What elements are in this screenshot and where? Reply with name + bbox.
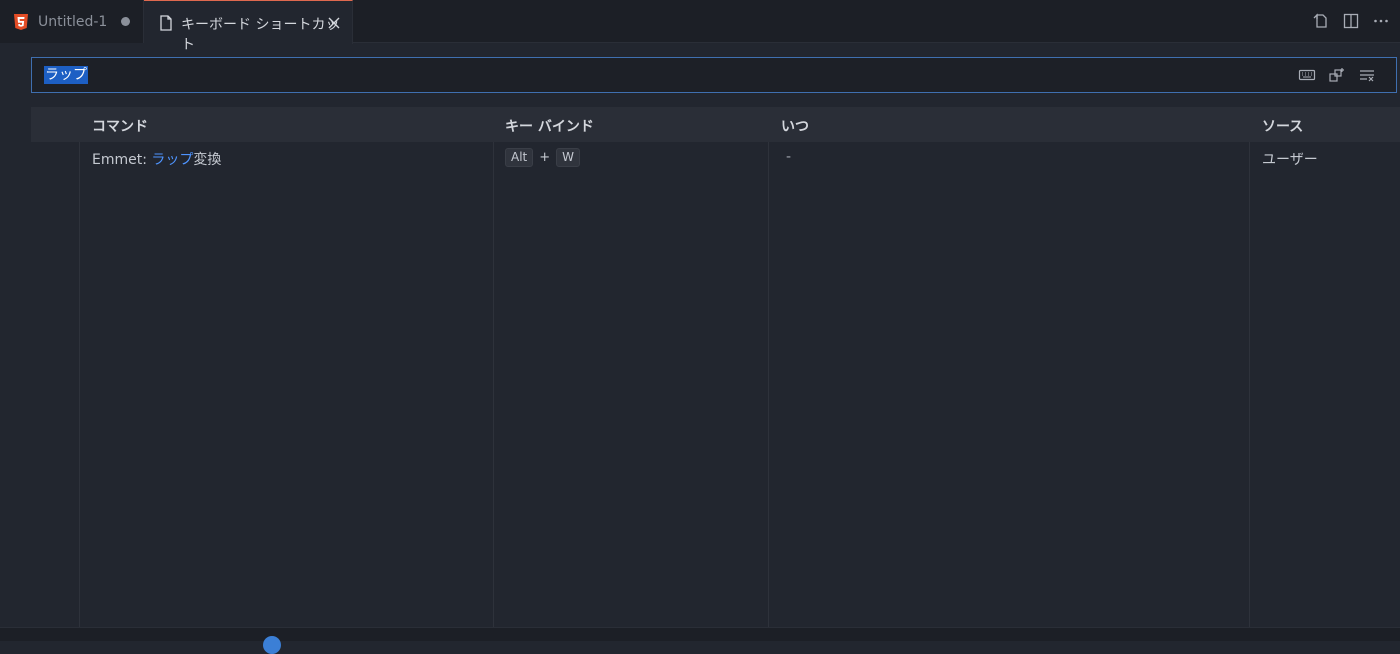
notification-badge-icon[interactable]: [263, 636, 281, 654]
column-divider[interactable]: [768, 142, 769, 627]
source-cell: ユーザー: [1262, 152, 1318, 168]
status-bar: [0, 627, 1400, 641]
split-editor-icon[interactable]: [1342, 12, 1360, 30]
when-cell: -: [786, 149, 792, 165]
tab-keyboard-shortcuts[interactable]: キーボード ショートカット: [144, 0, 353, 53]
column-divider[interactable]: [493, 142, 494, 627]
command-suffix: 変換: [193, 152, 222, 168]
more-actions-icon[interactable]: [1372, 12, 1390, 30]
open-json-icon[interactable]: [1312, 12, 1330, 30]
search-actions: [1298, 66, 1376, 84]
column-divider[interactable]: [79, 142, 80, 627]
close-icon[interactable]: [327, 16, 341, 30]
key-separator: +: [539, 150, 551, 165]
table-body: Emmet: ラップ変換 Alt + W - ユーザー: [31, 142, 1400, 627]
keybindings-search-input[interactable]: ラップ: [31, 57, 1397, 93]
html5-icon: [14, 14, 28, 30]
column-header-when[interactable]: いつ: [781, 116, 809, 136]
column-header-source[interactable]: ソース: [1262, 116, 1303, 136]
keybinding-cell: Alt + W: [505, 148, 581, 167]
clear-search-icon[interactable]: [1358, 66, 1376, 84]
unsaved-dot-icon[interactable]: [121, 17, 130, 26]
file-icon: [160, 15, 172, 31]
sort-by-precedence-icon[interactable]: [1328, 66, 1346, 84]
tab-bar: Untitled-1 キーボード ショートカット: [0, 0, 1400, 53]
key-label: Alt: [505, 148, 534, 167]
column-header-command[interactable]: コマンド: [92, 116, 148, 136]
key-label: W: [556, 148, 581, 167]
column-header-keybinding[interactable]: キー バインド: [505, 116, 594, 136]
command-prefix: Emmet:: [92, 152, 152, 168]
tab-label: Untitled-1: [38, 14, 108, 30]
tab-untitled-1[interactable]: Untitled-1: [0, 0, 144, 43]
editor-actions: [1312, 12, 1390, 30]
record-keys-icon[interactable]: [1298, 66, 1316, 84]
column-divider[interactable]: [1249, 142, 1250, 627]
command-cell: Emmet: ラップ変換: [92, 149, 221, 169]
table-row[interactable]: Emmet: ラップ変換 Alt + W - ユーザー: [31, 142, 1400, 172]
table-header: コマンド キー バインド いつ ソース: [31, 107, 1400, 142]
search-value: ラップ: [44, 66, 88, 84]
command-match-highlight: ラップ: [151, 152, 194, 168]
